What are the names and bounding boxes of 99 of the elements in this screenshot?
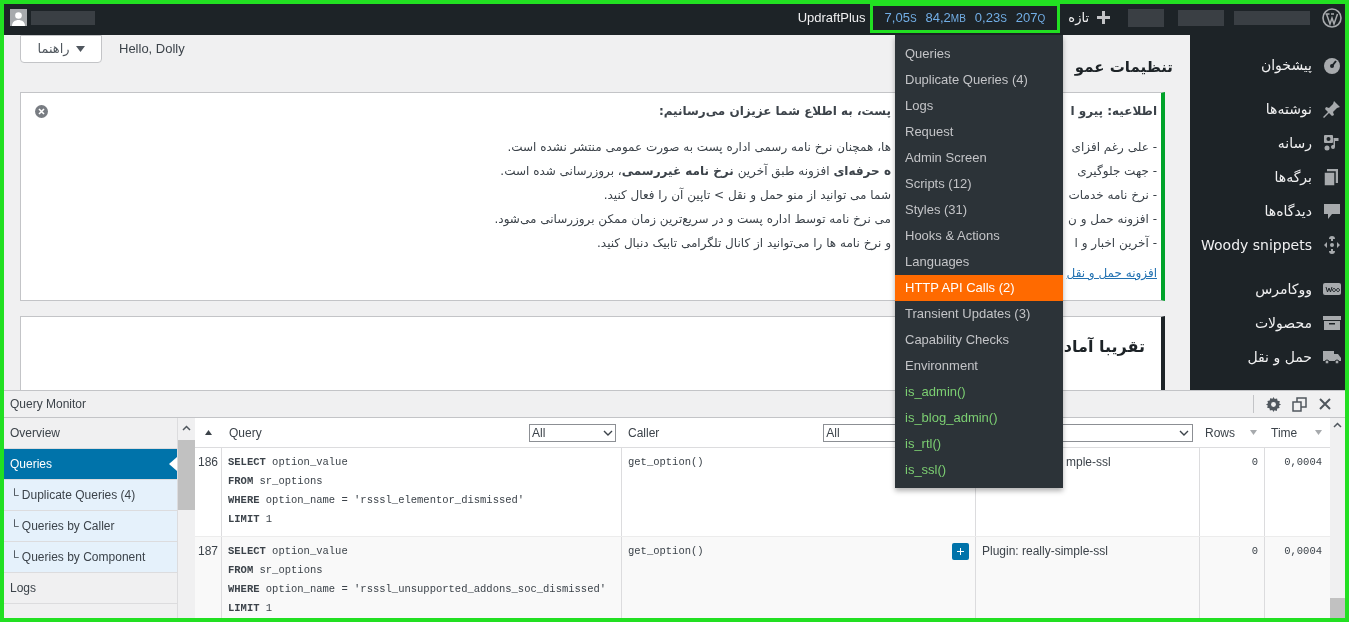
filter-select[interactable]: All <box>529 423 616 442</box>
menu-item[interactable]: Queries <box>895 41 1063 67</box>
notice-text: می نرخ نامه توسط اداره پست و در سریع‌ترین زمان ممکن بروزرسانی می‌شود. <box>494 211 891 229</box>
plus-icon <box>957 548 964 555</box>
sidebar-item[interactable]: پیشخوان <box>1260 54 1312 76</box>
sql-line: WHERE option_name = 'rsssl_elementor_dismissed' <box>228 493 526 508</box>
performance-stat[interactable]: 0,23S <box>974 7 1007 28</box>
plus-icon[interactable] <box>1097 11 1110 24</box>
notice-text: ه حرفه‌ای افزونه طبق آخرین نرخ نامه غیررسمی، بروزرسانی شده است. <box>500 162 891 181</box>
column-header[interactable]: Time <box>1271 423 1298 442</box>
menu-item[interactable]: Scripts (12) <box>895 171 1063 197</box>
menu-item[interactable]: is_admin() <box>895 379 1063 405</box>
sidebar-item[interactable]: محصولات <box>1254 312 1312 334</box>
menu-item[interactable]: Transient Updates (3) <box>895 301 1063 327</box>
pin-icon[interactable] <box>1322 99 1342 119</box>
table-cell: 0 <box>1200 537 1265 618</box>
column-header: Caller <box>628 424 660 442</box>
sidebar-item[interactable]: Woody snippets <box>1201 234 1312 256</box>
sql-line: FROM sr_options <box>228 563 324 578</box>
chevron-down-icon <box>1179 429 1189 436</box>
expand-button[interactable] <box>952 543 969 560</box>
settings-icon[interactable] <box>1266 396 1281 412</box>
table-cell: Plugin: really-simple-ssl <box>976 537 1200 618</box>
blurred-username <box>31 10 95 25</box>
table-cell: 187 <box>195 537 222 618</box>
new-link[interactable]: تازه <box>1068 7 1089 28</box>
column-header[interactable]: Rows <box>1205 423 1235 442</box>
close-icon[interactable] <box>35 105 48 118</box>
menu-item[interactable]: Request <box>895 119 1063 145</box>
notice-text: و نرخ نامه ها را می‌توانید از کانال تلگرامی تابیک دنبال کنید. <box>597 235 891 253</box>
menu-item[interactable]: Admin Screen <box>895 145 1063 171</box>
media-icon[interactable] <box>1322 133 1342 153</box>
archive-box-icon[interactable] <box>1322 313 1342 333</box>
table-cell-text: get_option() <box>628 544 704 559</box>
table-cell-text: 0,0004 <box>1283 544 1323 559</box>
blurred-item <box>1178 9 1224 26</box>
nav-item[interactable]: └ Queries by Caller <box>4 511 177 542</box>
snippet-icon[interactable] <box>1322 235 1342 255</box>
sql-line: LIMIT 1 <box>228 512 274 527</box>
performance-stat[interactable]: 207Q <box>1015 7 1046 28</box>
blurred-item <box>1128 8 1164 27</box>
section-title: تقریبا آماد <box>1063 336 1145 358</box>
greeting-text: Hello, Dolly <box>119 40 185 59</box>
sql-line: FROM sr_options <box>228 474 324 489</box>
comment-icon[interactable] <box>1322 201 1342 221</box>
column-header: Query <box>229 424 262 442</box>
nav-item[interactable]: Queries <box>4 449 177 480</box>
notice-text: شما می توانید از منو حمل و نقل > تاپین آن را فعال کنید. <box>603 186 891 205</box>
wordpress-logo-icon[interactable] <box>1322 7 1342 28</box>
sql-line: SELECT option_value <box>228 455 349 470</box>
menu-item[interactable]: Logs <box>895 93 1063 119</box>
page-title: تنظیمات عمو <box>1074 57 1173 78</box>
sql-line: SELECT option_value <box>228 544 349 559</box>
sidebar-item[interactable]: رسانه <box>1277 132 1312 154</box>
table-cell: 186 <box>195 448 222 536</box>
scrollbar[interactable] <box>1330 418 1345 618</box>
sidebar-item[interactable]: برگه‌ها <box>1274 166 1312 188</box>
notice-text: - افزونه حمل و ن <box>1068 211 1157 228</box>
sidebar-item[interactable]: دیدگاه‌ها <box>1264 200 1312 222</box>
scrollbar[interactable] <box>178 418 195 618</box>
caret-icon <box>75 46 85 52</box>
sidebar-item[interactable]: ووکامرس <box>1255 278 1312 300</box>
help-button[interactable]: راهنما <box>20 35 102 63</box>
menu-item[interactable]: Capability Checks <box>895 327 1063 353</box>
table-cell-text: get_option() <box>628 455 704 470</box>
scrollbar-thumb[interactable] <box>1330 598 1345 618</box>
scroll-up-icon[interactable] <box>182 425 191 431</box>
notice-text: - علی رغم افزای <box>1071 139 1157 156</box>
scroll-up-icon[interactable] <box>1333 422 1342 428</box>
scrollbar-thumb[interactable] <box>178 440 195 510</box>
nav-item[interactable]: └ Duplicate Queries (4) <box>4 480 177 511</box>
notice-text: ها، همچنان نرخ نامه رسمی اداره پست به صورت عمومی منتشر نشده است. <box>507 139 891 157</box>
menu-item[interactable]: Hooks & Actions <box>895 223 1063 249</box>
menu-item[interactable]: Duplicate Queries (4) <box>895 67 1063 93</box>
menu-item[interactable]: Languages <box>895 249 1063 275</box>
performance-stat[interactable]: 7,05S <box>884 7 917 28</box>
sidebar-item[interactable]: حمل و نقل <box>1247 346 1312 368</box>
menu-item[interactable]: Environment <box>895 353 1063 379</box>
notice-heading: اطلاعیه: پیرو ا <box>1070 103 1157 121</box>
performance-stat[interactable]: 84,2MB <box>925 7 966 28</box>
nav-item[interactable]: └ Queries by Component <box>4 542 177 573</box>
updraftplus-link[interactable]: UpdraftPlus <box>797 7 866 28</box>
panel-title: Query Monitor <box>9 396 87 413</box>
sql-line: LIMIT 1 <box>228 601 274 616</box>
plugin-link[interactable]: افزونه حمل و نقل <box>1066 263 1157 283</box>
menu-item[interactable]: Styles (31) <box>895 197 1063 223</box>
sql-line: WHERE option_name = 'rsssl_unsupported_addons_soc_dismissed' <box>228 582 608 597</box>
sidebar-item[interactable]: نوشته‌ها <box>1265 98 1312 120</box>
notice-text: - نرخ نامه خدمات <box>1068 187 1157 204</box>
table-cell-text: 0,0004 <box>1283 455 1323 470</box>
notice-heading: پست، به اطلاع شما عزیزان می‌رسانیم: <box>658 103 891 120</box>
close-icon[interactable] <box>1319 398 1331 410</box>
notice-text: - جهت جلوگیری <box>1077 163 1157 180</box>
notice-text: - آخرین اخبار و ا <box>1074 234 1157 253</box>
table-cell: 0 <box>1200 448 1265 536</box>
sort-ascending-icon[interactable] <box>205 430 212 435</box>
restore-icon[interactable] <box>1292 396 1307 412</box>
gauge-icon[interactable] <box>1322 55 1342 75</box>
chevron-down-icon <box>603 429 613 436</box>
